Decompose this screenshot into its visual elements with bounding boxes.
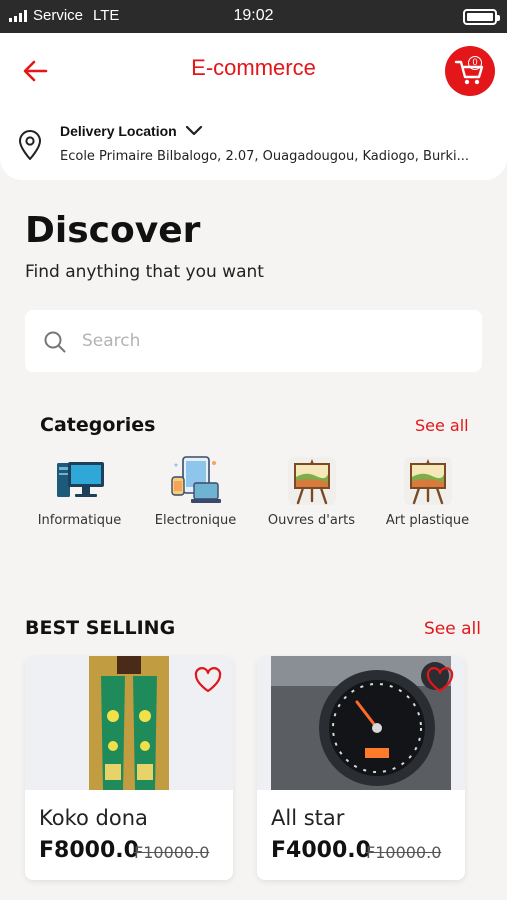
product-price: F4000.0 (271, 838, 371, 863)
category-label: Art plastique (385, 513, 470, 528)
product-price: F8000.0 (39, 838, 139, 863)
easel-painting-icon (403, 457, 452, 505)
category-label: Electronique (154, 513, 237, 528)
cart-button[interactable]: 0 (445, 46, 495, 96)
delivery-location-label: Delivery Location (60, 123, 177, 139)
product-name: All star (271, 806, 345, 830)
discover-heading: Discover (25, 210, 201, 251)
discover-subtitle: Find anything that you want (25, 262, 264, 282)
category-label: Ouvres d'arts (267, 513, 356, 528)
category-item-informatique[interactable]: Informatique (22, 455, 137, 528)
easel-painting-icon (287, 457, 336, 505)
favorite-heart-icon[interactable] (193, 666, 223, 694)
cart-icon (454, 60, 484, 85)
category-label: Informatique (37, 513, 122, 528)
search-input[interactable] (82, 324, 462, 358)
product-card-all-star[interactable]: All star F4000.0 F10000.0 (257, 656, 465, 880)
battery-icon (463, 9, 500, 25)
best-selling-see-all-link[interactable]: See all (424, 619, 481, 639)
header-card: E-commerce 0 Delivery Location École Pri… (0, 33, 507, 180)
product-old-price: F10000.0 (134, 843, 210, 862)
page-title: E-commerce (191, 55, 316, 80)
categories-see-all-link[interactable]: See all (415, 416, 469, 435)
cart-count-badge: 0 (468, 56, 482, 70)
search-box[interactable] (25, 310, 482, 372)
delivery-location-selector[interactable]: Delivery Location (60, 123, 203, 139)
chevron-down-icon (185, 125, 202, 136)
product-card-koko-dona[interactable]: Koko dona F8000.0 F10000.0 (25, 656, 233, 880)
electronics-icon (170, 456, 221, 503)
favorite-heart-icon[interactable] (425, 666, 455, 694)
status-bar: Service LTE 19:02 (0, 0, 507, 33)
category-item-ouvres-d-arts[interactable]: Ouvres d'arts (254, 455, 369, 528)
delivery-address: École Primaire Bilbalogo, 2.07, Ouagadou… (60, 149, 470, 164)
best-selling-heading: BEST SELLING (25, 617, 176, 639)
product-old-price: F10000.0 (366, 843, 442, 862)
search-icon (44, 331, 66, 353)
location-pin-icon (19, 130, 41, 160)
computer-icon (56, 462, 104, 497)
category-item-art-plastique[interactable]: Art plastique (370, 455, 485, 528)
status-time: 19:02 (233, 7, 274, 24)
product-name: Koko dona (39, 806, 148, 830)
categories-heading: Categories (40, 414, 156, 436)
category-item-electronique[interactable]: Electronique (138, 455, 253, 528)
